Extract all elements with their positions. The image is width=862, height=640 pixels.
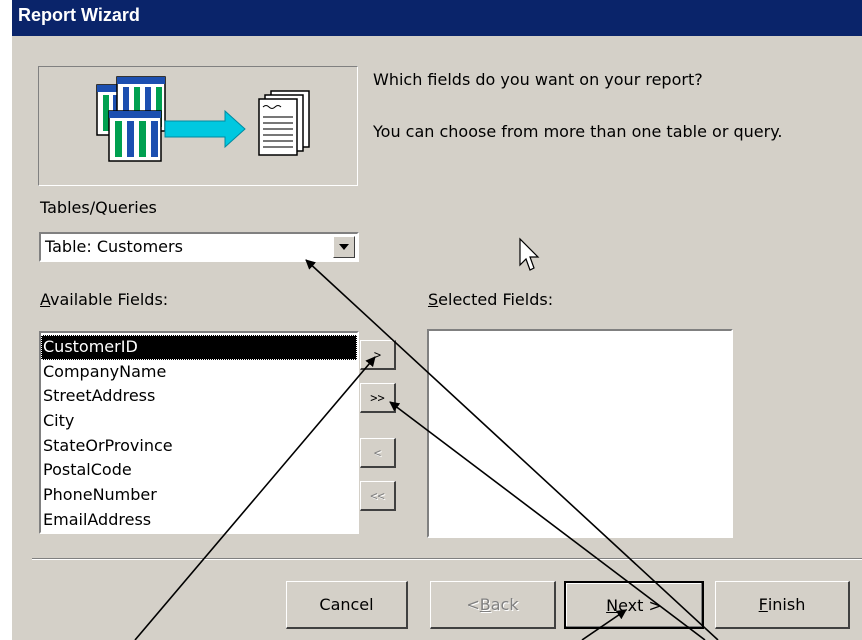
selected-fields-list[interactable]: [427, 329, 733, 538]
selected-fields-label: Selected Fields:: [428, 290, 554, 309]
chevron-down-icon: [339, 244, 349, 250]
wizard-question: Which fields do you want on your report?: [373, 70, 703, 89]
tables-queries-dropdown[interactable]: Table: Customers: [39, 232, 359, 262]
report-wizard-dialog: Report Wizard Which fields do you want o…: [12, 0, 862, 640]
next-button[interactable]: Next >: [564, 581, 704, 629]
list-item[interactable]: StateOrProvince: [41, 434, 357, 459]
remove-all-fields-button[interactable]: <<: [360, 481, 396, 511]
tables-queries-label: Tables/Queries: [40, 198, 157, 217]
footer-divider-highlight: [32, 559, 862, 560]
available-fields-list[interactable]: CustomerID CompanyName StreetAddress Cit…: [39, 331, 359, 534]
list-item[interactable]: CustomerID: [41, 335, 357, 360]
wizard-hint: You can choose from more than one table …: [373, 122, 783, 141]
available-fields-label: Available Fields:: [40, 290, 169, 309]
add-field-button[interactable]: >: [360, 340, 396, 370]
list-item[interactable]: PostalCode: [41, 458, 357, 483]
list-item[interactable]: City: [41, 409, 357, 434]
wizard-illustration: [38, 66, 358, 186]
add-all-fields-button[interactable]: >>: [360, 383, 396, 413]
list-item[interactable]: CompanyName: [41, 360, 357, 385]
tables-queries-value: Table: Customers: [45, 237, 183, 256]
dropdown-arrow-button[interactable]: [333, 236, 355, 258]
list-item[interactable]: StreetAddress: [41, 384, 357, 409]
back-button[interactable]: < Back: [430, 581, 556, 629]
tables-to-report-icon: [96, 76, 310, 162]
list-item[interactable]: PhoneNumber: [41, 483, 357, 508]
cancel-button[interactable]: Cancel: [286, 581, 408, 629]
list-item[interactable]: EmailAddress: [41, 508, 357, 533]
finish-button[interactable]: Finish: [715, 581, 850, 629]
window-title: Report Wizard: [12, 0, 862, 36]
remove-field-button[interactable]: <: [360, 438, 396, 468]
